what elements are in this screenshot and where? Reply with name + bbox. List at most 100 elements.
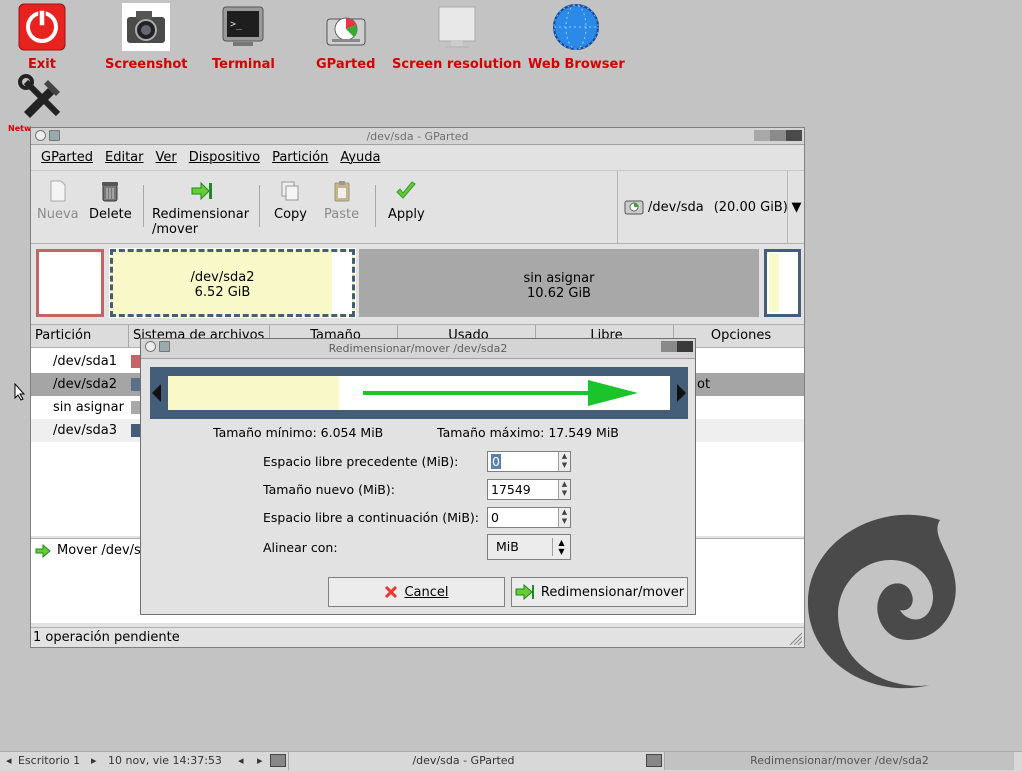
- device-selector[interactable]: /dev/sda (20.00 GiB) ▼: [617, 171, 805, 243]
- maximize-button[interactable]: [661, 341, 677, 352]
- align-select[interactable]: MiB ▲ ▼: [487, 534, 571, 560]
- disk-icon: [624, 200, 644, 215]
- dialog-titlebar[interactable]: Redimensionar/mover /dev/sda2: [141, 339, 695, 359]
- copy-label: Copy: [274, 207, 307, 222]
- partition-block-sda1[interactable]: [36, 249, 104, 317]
- prev-window-icon[interactable]: ◂: [238, 752, 244, 770]
- row-options-fragment: ot: [697, 377, 711, 392]
- apply-button[interactable]: Apply: [388, 179, 425, 222]
- desktop-icon-gparted[interactable]: GParted: [316, 3, 375, 72]
- next-desktop-icon[interactable]: ▸: [91, 752, 97, 770]
- desktop-icon-terminal[interactable]: >_ Terminal: [212, 3, 275, 72]
- apply-label: Apply: [388, 207, 425, 222]
- resize-label-line2: /mover: [152, 222, 199, 237]
- desktop-icon-web-browser[interactable]: Web Browser: [528, 3, 625, 72]
- resize-grip-icon[interactable]: [788, 631, 802, 645]
- taskbar-item-dialog[interactable]: Redimensionar/mover /dev/sda2: [664, 752, 1014, 770]
- toolbar-separator: [375, 185, 376, 227]
- row-partition-name: /dev/sda3: [53, 423, 117, 438]
- desktop-icon-screenshot[interactable]: Screenshot: [105, 3, 188, 72]
- delete-button[interactable]: Delete: [89, 179, 132, 222]
- resize-label-line1: Redimensionar: [152, 207, 250, 222]
- cancel-label: Cancel: [404, 584, 449, 600]
- free-before-value: 0: [491, 454, 501, 469]
- menu-dispositivo[interactable]: Dispositivo: [183, 150, 266, 165]
- desktop-icon-exit[interactable]: Exit: [18, 3, 66, 72]
- unalloc-size: 10.62 GiB: [527, 286, 591, 301]
- checkmark-icon: [396, 181, 417, 199]
- desktop-name: Escritorio 1: [18, 754, 81, 767]
- right-handle-icon[interactable]: [676, 384, 686, 402]
- pending-operation-item[interactable]: Mover /dev/sc: [35, 543, 148, 558]
- device-size: (20.00 GiB): [713, 199, 788, 215]
- new-size-label: Tamaño nuevo (MiB):: [263, 482, 395, 497]
- free-after-spinner[interactable]: 0 ▲ ▼: [487, 507, 571, 528]
- resize-move-confirm-label: Redimensionar/mover: [540, 584, 685, 600]
- spin-arrows-icon[interactable]: ▲ ▼: [558, 508, 570, 527]
- new-label: Nueva: [37, 207, 79, 222]
- close-button[interactable]: [786, 130, 802, 141]
- menu-ver[interactable]: Ver: [150, 150, 183, 165]
- new-document-icon: [50, 180, 66, 202]
- delete-label: Delete: [89, 207, 132, 222]
- resize-arrow-icon: [35, 543, 51, 558]
- clock: 10 nov, vie 14:37:53: [108, 754, 222, 767]
- cancel-icon: [385, 585, 398, 599]
- desktop-icon-label: GParted: [316, 57, 376, 72]
- spin-arrows-icon[interactable]: ▲ ▼: [558, 452, 570, 471]
- menu-particion[interactable]: Partición: [266, 150, 334, 165]
- device-name: /dev/sda: [648, 199, 704, 215]
- new-button[interactable]: Nueva: [37, 179, 79, 222]
- new-size-spinner[interactable]: 17549 ▲ ▼: [487, 479, 571, 500]
- row-partition-name: sin asignar: [53, 400, 124, 415]
- desktop-icon-network[interactable]: Netw: [8, 74, 66, 133]
- desktop-icon-label: Exit: [28, 57, 56, 72]
- partition-block-sda2[interactable]: /dev/sda2 6.52 GiB: [109, 248, 356, 318]
- align-value: MiB: [496, 539, 519, 554]
- resize-move-dialog: Redimensionar/mover /dev/sda2 Tamaño mín…: [140, 338, 696, 615]
- maximize-button[interactable]: [770, 130, 786, 141]
- free-before-spinner[interactable]: 0 ▲ ▼: [487, 451, 571, 472]
- partition-block-sda3[interactable]: [764, 249, 801, 317]
- updown-arrow-icon: ▲ ▼: [552, 538, 570, 556]
- menu-editar[interactable]: Editar: [99, 150, 150, 165]
- free-after-value: 0: [491, 510, 499, 525]
- spin-arrows-icon[interactable]: ▲ ▼: [558, 480, 570, 499]
- resize-move-button[interactable]: Redimensionar/mover: [152, 179, 249, 237]
- prev-desktop-icon[interactable]: ◂: [6, 752, 12, 770]
- resize-move-confirm-button[interactable]: Redimensionar/mover: [511, 577, 688, 607]
- desktop-icon-label: Terminal: [212, 57, 275, 72]
- left-handle-icon[interactable]: [152, 384, 162, 402]
- col-particion[interactable]: Partición: [31, 325, 129, 347]
- close-button[interactable]: [677, 341, 693, 352]
- desktop-icon-label: Web Browser: [528, 57, 625, 72]
- window-icon: [646, 754, 662, 767]
- monitor-icon: [433, 3, 481, 51]
- menubar: GParted Editar Ver Dispositivo Partición…: [31, 145, 804, 171]
- chevron-down-icon[interactable]: ▼: [787, 171, 805, 243]
- cancel-button[interactable]: Cancel: [328, 577, 505, 607]
- next-window-icon[interactable]: ▸: [257, 752, 263, 770]
- dialog-title: Redimensionar/mover /dev/sda2: [328, 342, 508, 355]
- partition-size: 6.52 GiB: [194, 285, 251, 300]
- menu-ayuda[interactable]: Ayuda: [334, 150, 386, 165]
- taskbar-item-gparted[interactable]: /dev/sda - GParted: [288, 752, 638, 770]
- partition-block-unallocated[interactable]: sin asignar 10.62 GiB: [359, 249, 759, 317]
- copy-icon: [281, 181, 299, 201]
- menu-gparted[interactable]: GParted: [35, 150, 99, 165]
- window-titlebar[interactable]: /dev/sda - GParted: [31, 128, 804, 145]
- used-space-fill: [168, 376, 339, 410]
- arrow-right-icon: [363, 380, 638, 406]
- paste-button[interactable]: Paste: [324, 179, 359, 222]
- row-partition-name: /dev/sda2: [53, 377, 117, 392]
- desktop-icon-screen-resolution[interactable]: Screen resolution: [392, 3, 521, 72]
- toolbar-separator: [143, 185, 144, 227]
- desktop-icon-label: Screenshot: [105, 57, 188, 72]
- minimize-button[interactable]: [754, 130, 770, 141]
- partition-resizer[interactable]: [150, 367, 688, 419]
- desktop-icon-label: Netw: [8, 124, 32, 133]
- copy-button[interactable]: Copy: [274, 179, 307, 222]
- resize-arrow-icon: [515, 584, 534, 600]
- align-label: Alinear con:: [263, 540, 338, 555]
- partition-name: /dev/sda2: [190, 270, 255, 285]
